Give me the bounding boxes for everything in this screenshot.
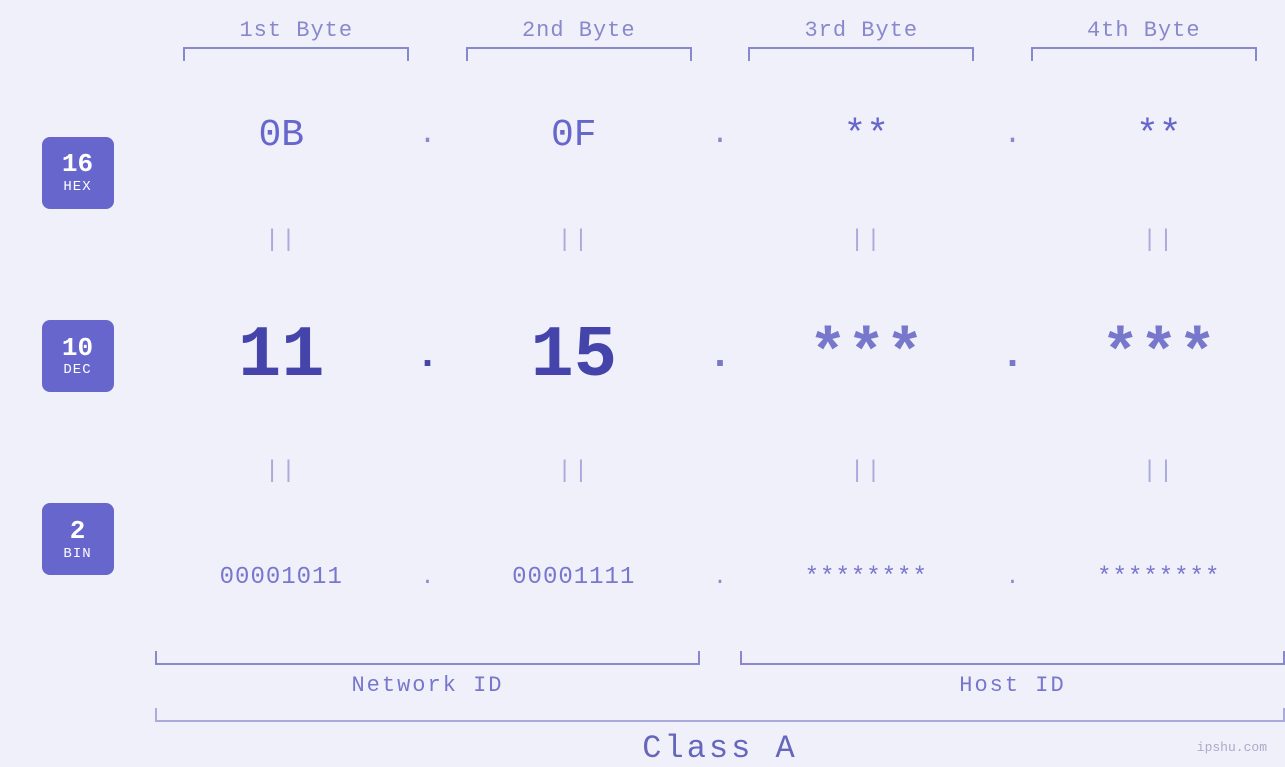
bin-badge-num: 2 — [70, 517, 86, 546]
bracket-cell-1 — [155, 47, 438, 61]
hex-cell-4: ** — [1033, 114, 1285, 157]
hex-value-1: 0B — [258, 114, 304, 157]
dec-dot-1: . — [408, 334, 448, 379]
bin-cell-4: ******** — [1033, 564, 1285, 591]
bin-cell-1: 00001011 — [155, 564, 408, 591]
dec-value-4: *** — [1101, 320, 1216, 392]
bytes-grid: 0B . 0F . ** . ** — [155, 61, 1285, 651]
top-bracket-1 — [183, 47, 409, 61]
watermark: ipshu.com — [1197, 740, 1267, 755]
dec-cell-2: 15 — [448, 315, 701, 397]
eq2-cell-3: || — [740, 458, 993, 485]
hex-value-3: ** — [843, 114, 889, 157]
bin-cell-2: 00001111 — [448, 564, 701, 591]
bin-badge-label: BIN — [63, 546, 91, 562]
eq2-cell-4: || — [1033, 458, 1285, 485]
top-bracket-2 — [466, 47, 692, 61]
byte-header-1: 1st Byte — [155, 18, 438, 43]
bracket-cell-4 — [1003, 47, 1285, 61]
dec-cell-4: *** — [1033, 320, 1285, 392]
bin-dot-2: . — [700, 565, 740, 590]
dec-value-2: 15 — [531, 315, 617, 397]
hex-cell-2: 0F — [448, 114, 701, 157]
network-id-bracket — [155, 651, 700, 665]
hex-value-4: ** — [1136, 114, 1182, 157]
bin-dot-3: . — [993, 565, 1033, 590]
bottom-brackets-row — [155, 651, 1285, 665]
hex-value-2: 0F — [551, 114, 597, 157]
bin-value-3: ******** — [805, 564, 928, 591]
host-id-bracket — [740, 651, 1285, 665]
dec-badge-num: 10 — [62, 334, 93, 363]
badges-column: 16 HEX 10 DEC 2 BIN — [0, 61, 155, 651]
eq-cell-1: || — [155, 227, 408, 254]
eq-cell-4: || — [1033, 227, 1285, 254]
content-area: 16 HEX 10 DEC 2 BIN 0B . — [0, 61, 1285, 651]
hex-badge: 16 HEX — [42, 137, 114, 209]
hex-badge-label: HEX — [63, 179, 91, 195]
main-container: 1st Byte 2nd Byte 3rd Byte 4th Byte 16 H… — [0, 0, 1285, 767]
bin-dot-1: . — [408, 565, 448, 590]
eq-cell-3: || — [740, 227, 993, 254]
dec-badge: 10 DEC — [42, 320, 114, 392]
class-label-row: Class A — [155, 730, 1285, 767]
hex-dot-3: . — [993, 118, 1033, 152]
top-bracket-3 — [748, 47, 974, 61]
hex-badge-num: 16 — [62, 150, 93, 179]
network-id-label: Network ID — [155, 673, 700, 698]
hex-cell-3: ** — [740, 114, 993, 157]
byte-headers-row: 1st Byte 2nd Byte 3rd Byte 4th Byte — [0, 18, 1285, 43]
bin-cell-3: ******** — [740, 564, 993, 591]
bin-value-1: 00001011 — [220, 564, 343, 591]
dec-value-3: *** — [809, 320, 924, 392]
byte-header-2: 2nd Byte — [438, 18, 721, 43]
bin-data-row: 00001011 . 00001111 . ******** . — [155, 537, 1285, 617]
dec-cell-1: 11 — [155, 315, 408, 397]
hex-data-row: 0B . 0F . ** . ** — [155, 95, 1285, 175]
dec-dot-3: . — [993, 334, 1033, 379]
dec-cell-3: *** — [740, 320, 993, 392]
eq2-cell-2: || — [448, 458, 701, 485]
equals-row-1: || || || || — [155, 223, 1285, 258]
hex-cell-1: 0B — [155, 114, 408, 157]
byte-header-3: 3rd Byte — [720, 18, 1003, 43]
bottom-labels-row: Network ID Host ID — [155, 673, 1285, 698]
dec-data-row: 11 . 15 . *** . *** — [155, 306, 1285, 406]
byte-header-4: 4th Byte — [1003, 18, 1285, 43]
class-label: Class A — [642, 730, 797, 767]
bracket-cell-3 — [720, 47, 1003, 61]
bracket-cell-2 — [438, 47, 721, 61]
top-brackets — [0, 47, 1285, 61]
top-bracket-4 — [1031, 47, 1257, 61]
dec-badge-label: DEC — [63, 362, 91, 378]
host-id-label: Host ID — [740, 673, 1285, 698]
bottom-section: Network ID Host ID — [0, 651, 1285, 698]
dec-dot-2: . — [700, 334, 740, 379]
equals-row-2: || || || || — [155, 454, 1285, 489]
class-bracket — [155, 708, 1285, 722]
bin-value-4: ******** — [1097, 564, 1220, 591]
eq-cell-2: || — [448, 227, 701, 254]
hex-dot-1: . — [408, 118, 448, 152]
dec-value-1: 11 — [238, 315, 324, 397]
hex-dot-2: . — [700, 118, 740, 152]
class-section: Class A — [0, 708, 1285, 767]
bin-badge: 2 BIN — [42, 503, 114, 575]
eq2-cell-1: || — [155, 458, 408, 485]
bin-value-2: 00001111 — [512, 564, 635, 591]
